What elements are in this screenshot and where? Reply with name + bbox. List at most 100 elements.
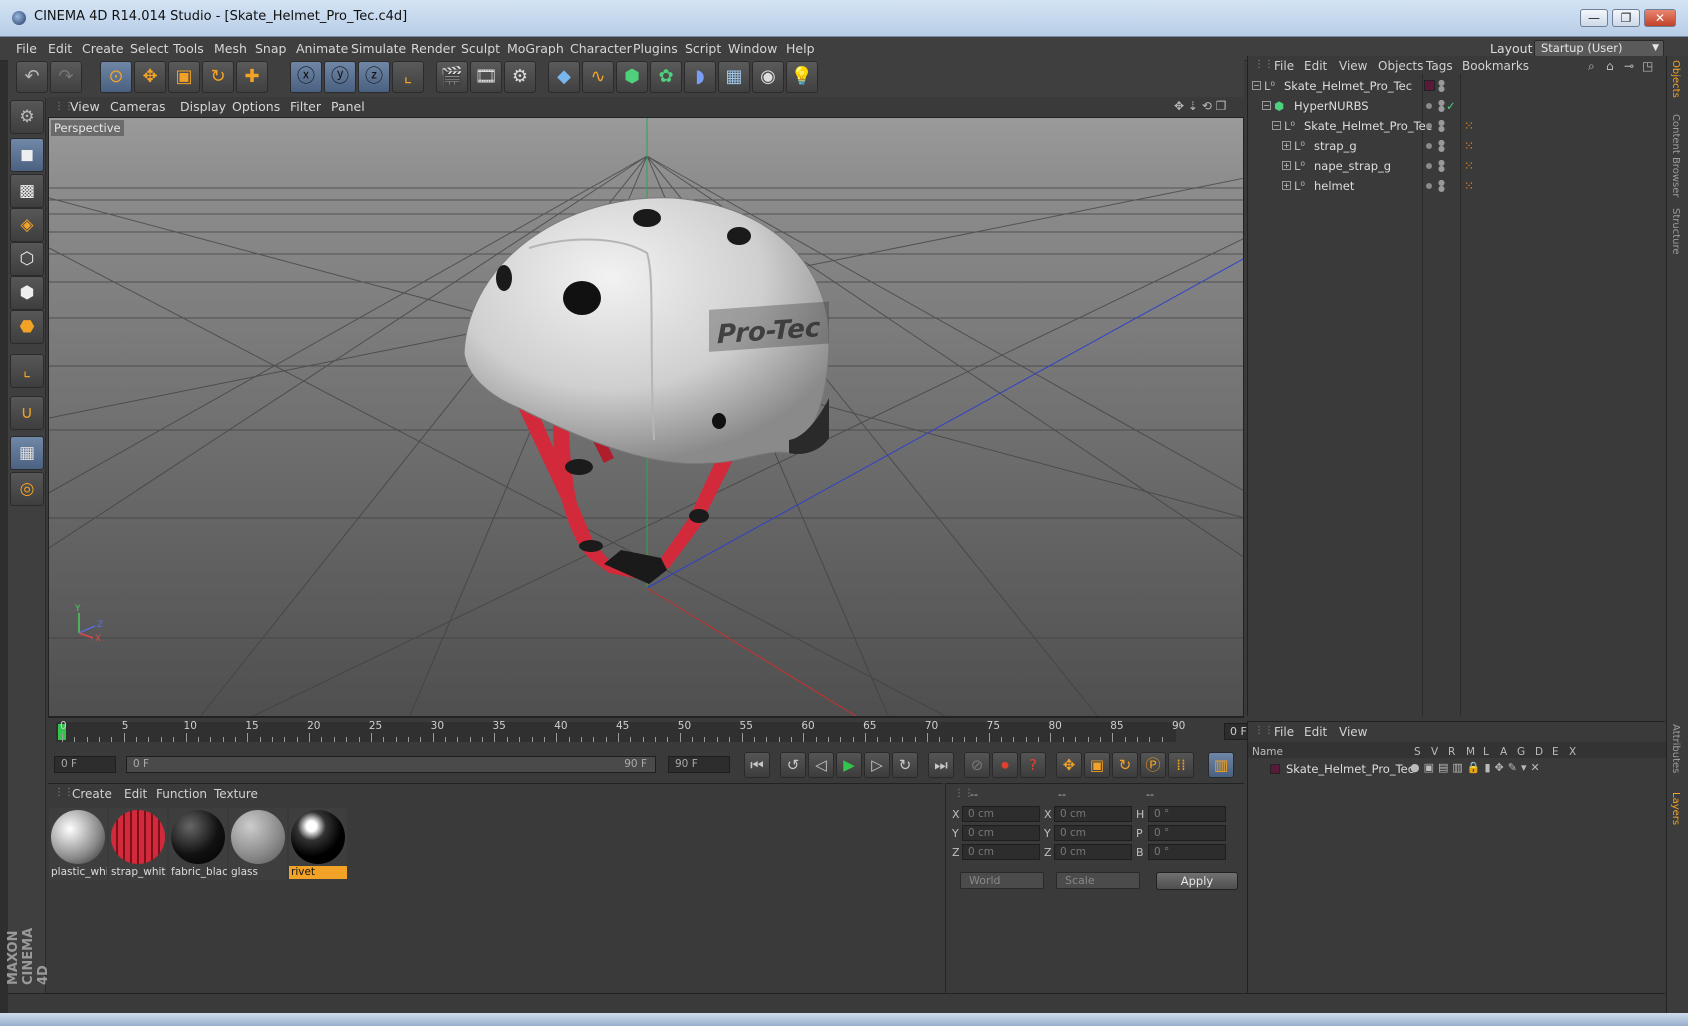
size-mode-select[interactable]: Scale (1056, 872, 1140, 889)
tab-attributes[interactable]: Attributes (1670, 724, 1681, 773)
3d-viewport[interactable]: Pro-Tec Y Z X Perspective (48, 117, 1244, 717)
material-plastic[interactable]: plastic_whi (49, 808, 107, 880)
coordinate-space-select[interactable]: World (960, 872, 1044, 889)
key-position-icon[interactable]: ✥ (1056, 752, 1082, 778)
restore-button[interactable]: ❐ (1612, 9, 1640, 27)
collapse-toggle[interactable]: − (1272, 121, 1281, 130)
key-rotation-icon[interactable]: ↻ (1112, 752, 1138, 778)
make-editable-icon[interactable]: ⚙ (10, 100, 44, 134)
viewport-nav-icons[interactable]: ✥ ⇣ ⟲ ❐ (1174, 99, 1226, 113)
size-x-field[interactable]: 0 cm (1054, 806, 1132, 822)
visibility-dots[interactable]: ● ● (1438, 99, 1445, 113)
coordinate-system-icon[interactable]: ⌞ (392, 61, 424, 93)
keyframe-selection-icon[interactable]: ? (1020, 752, 1046, 778)
collapse-icon[interactable]: ⊸ (1624, 59, 1634, 73)
workplane-mode-icon[interactable]: ◈ (10, 208, 44, 242)
viewport-menu-view[interactable]: View (70, 97, 100, 117)
layer-toggle-icons[interactable]: ●▣▤▥🔒▮✥✎▾✕ (1410, 761, 1544, 774)
viewport-menu-filter[interactable]: Filter (290, 97, 321, 117)
texture-mode-icon[interactable]: ▩ (10, 174, 44, 208)
visibility-dot[interactable] (1426, 103, 1432, 109)
home-icon[interactable]: ⌂ (1606, 59, 1614, 73)
visibility-dot[interactable] (1426, 123, 1432, 129)
spline-icon[interactable]: ∿ (582, 61, 614, 93)
live-selection-icon[interactable]: ⊙ (100, 61, 132, 93)
visibility-dots[interactable]: ● ● (1438, 119, 1445, 133)
objects-menu-file[interactable]: File (1274, 59, 1294, 73)
viewport-menu-options[interactable]: Options (232, 97, 280, 117)
expand-toggle[interactable]: + (1282, 181, 1291, 190)
position-y-field[interactable]: 0 cm (962, 825, 1040, 841)
start-frame-field[interactable]: 0 F (54, 756, 116, 773)
z-axis-icon[interactable]: ⓩ (358, 61, 390, 93)
material-glass[interactable]: glass (229, 808, 287, 880)
end-frame-field[interactable]: 90 F (668, 756, 730, 773)
new-window-icon[interactable]: ◳ (1642, 59, 1653, 73)
objects-menu-tags[interactable]: Tags (1426, 59, 1453, 73)
objects-menu-bookmarks[interactable]: Bookmarks (1462, 59, 1529, 73)
tree-row[interactable]: − ⬢ HyperNURBS ● ● ✓ (1248, 96, 1666, 116)
material-tag-icon[interactable]: ⁙ (1464, 179, 1474, 193)
render-picture-viewer-icon[interactable]: 🎞 (470, 61, 502, 93)
axis-mode-icon[interactable]: ⌞ (10, 354, 44, 388)
go-to-start-icon[interactable]: ⏮ (744, 752, 770, 778)
objects-menu-objects[interactable]: Objects (1378, 59, 1423, 73)
apply-button[interactable]: Apply (1156, 872, 1238, 890)
layers-menu-view[interactable]: View (1339, 725, 1367, 739)
enabled-check-icon[interactable]: ✓ (1446, 99, 1456, 113)
polygons-mode-icon[interactable]: ⬣ (10, 310, 44, 344)
visibility-dots[interactable]: ● ● (1438, 179, 1445, 193)
layout-select[interactable]: Startup (User) ▼ (1534, 40, 1664, 57)
floor-icon[interactable]: ▦ (718, 61, 750, 93)
key-pla-icon[interactable]: ⁞⁞ (1168, 752, 1194, 778)
collapse-toggle[interactable]: − (1252, 81, 1261, 90)
rotation-p-field[interactable]: 0 ° (1148, 825, 1226, 841)
visibility-dots[interactable]: ● ● (1438, 139, 1445, 153)
layers-menu-file[interactable]: File (1274, 725, 1294, 739)
expand-toggle[interactable]: + (1282, 141, 1291, 150)
snap-magnet-icon[interactable]: ∪ (10, 396, 44, 430)
objects-menu-view[interactable]: View (1339, 59, 1367, 73)
rotation-h-field[interactable]: 0 ° (1148, 806, 1226, 822)
tab-structure[interactable]: Structure (1670, 208, 1681, 255)
position-z-field[interactable]: 0 cm (962, 844, 1040, 860)
record-keys-icon[interactable]: ⊘ (964, 752, 990, 778)
y-axis-icon[interactable]: ⓨ (324, 61, 356, 93)
next-key-icon[interactable]: ↻ (892, 752, 918, 778)
light-icon[interactable]: 💡 (786, 61, 818, 93)
visibility-dot[interactable] (1426, 183, 1432, 189)
tree-row[interactable]: + L⁰ helmet ● ● ⁙ (1248, 176, 1666, 196)
render-settings-icon[interactable]: ⚙ (504, 61, 536, 93)
add-object-icon[interactable]: ✚ (236, 61, 268, 93)
frame-range-slider[interactable]: 0 F 90 F (126, 756, 656, 773)
scale-icon[interactable]: ▣ (168, 61, 200, 93)
key-parameter-icon[interactable]: Ⓟ (1140, 752, 1166, 778)
size-z-field[interactable]: 0 cm (1054, 844, 1132, 860)
visibility-dot[interactable] (1426, 163, 1432, 169)
tree-row[interactable]: + L⁰ nape_strap_g ● ● ⁙ (1248, 156, 1666, 176)
size-y-field[interactable]: 0 cm (1054, 825, 1132, 841)
x-axis-icon[interactable]: ⓧ (290, 61, 322, 93)
previous-key-icon[interactable]: ↺ (780, 752, 806, 778)
camera-label[interactable]: Perspective (51, 120, 124, 136)
material-strap[interactable]: strap_whit (109, 808, 167, 880)
timeline-window-icon[interactable]: ▥ (1208, 752, 1234, 778)
viewport-menu-display[interactable]: Display (180, 97, 226, 117)
position-x-field[interactable]: 0 cm (962, 806, 1040, 822)
objects-search-icon[interactable]: ⌕ (1588, 59, 1595, 74)
material-menu-function[interactable]: Function (156, 787, 207, 801)
layer-row[interactable]: Skate_Helmet_Pro_Tec ●▣▤▥🔒▮✥✎▾✕ (1248, 760, 1666, 778)
edges-mode-icon[interactable]: ⬢ (10, 276, 44, 310)
redo-icon[interactable]: ↷ (50, 61, 82, 93)
viewport-menu-cameras[interactable]: Cameras (110, 97, 166, 117)
array-icon[interactable]: ✿ (650, 61, 682, 93)
close-button[interactable]: ✕ (1644, 9, 1676, 27)
timeline-ruler[interactable]: 0 5 10 15 20 25 30 35 40 45 50 55 60 65 70 75 80 85 90 0 F (48, 717, 1292, 747)
expand-toggle[interactable]: + (1282, 161, 1291, 170)
tab-objects[interactable]: Objects (1670, 60, 1681, 98)
autokey-icon[interactable]: ⏺ (992, 752, 1018, 778)
workplane-lock-icon[interactable]: ▦ (10, 436, 44, 470)
render-view-icon[interactable]: 🎬 (436, 61, 468, 93)
rotation-b-field[interactable]: 0 ° (1148, 844, 1226, 860)
material-tag-icon[interactable]: ⁙ (1464, 159, 1474, 173)
